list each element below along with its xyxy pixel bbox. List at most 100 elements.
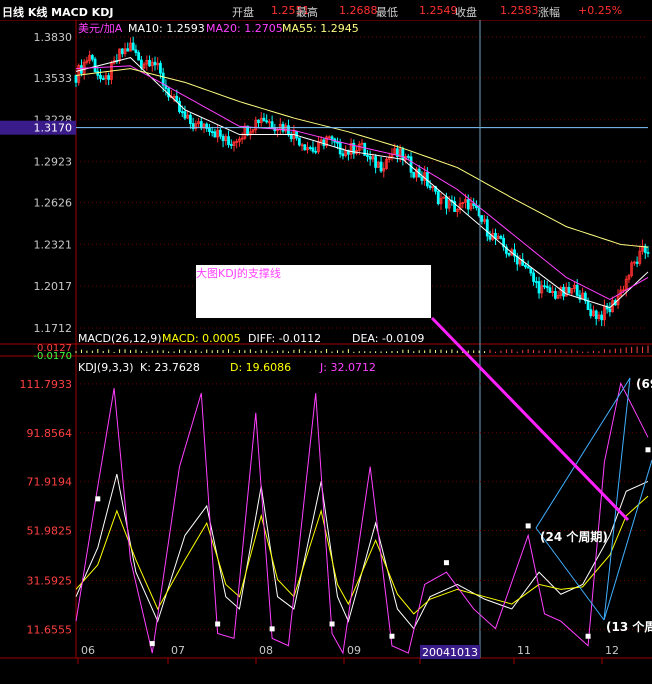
- candle-body: [137, 52, 141, 61]
- candle-body: [308, 147, 312, 149]
- candle-body: [297, 137, 301, 146]
- candle-body: [567, 287, 571, 294]
- kdj-title: KDJ(9,3,3): [78, 361, 134, 374]
- candle-body: [175, 95, 179, 102]
- candle-body: [420, 176, 424, 181]
- macd-value: MACD: 0.0005: [162, 332, 241, 345]
- change-label: 涨幅: [538, 6, 560, 19]
- candle-body: [466, 199, 470, 210]
- support-note-text: 大图KDJ的支撑线: [196, 267, 281, 280]
- kdj-line-k: [75, 473, 649, 630]
- x-tick-label: 09: [347, 644, 361, 657]
- candle-body: [485, 219, 489, 237]
- candle-body: [188, 114, 192, 124]
- candle-body: [227, 136, 230, 145]
- ma-line-ma55: [75, 68, 649, 248]
- kdj-signal-marker: [645, 447, 651, 453]
- kdj-signal-marker: [585, 633, 591, 639]
- ma55-legend: MA55: 1.2945: [282, 22, 359, 35]
- chart-canvas[interactable]: 1.38301.35331.32281.29231.26261.23211.20…: [0, 0, 652, 684]
- cycle-line-right: [603, 459, 652, 621]
- candle-body: [229, 144, 233, 146]
- k-value: K: 23.7628: [140, 361, 200, 374]
- price-tick-label: 1.2626: [34, 196, 73, 209]
- candle-body: [93, 58, 97, 72]
- price-tick-label: 1.1712: [34, 322, 73, 335]
- candle-body: [428, 185, 432, 189]
- candle-body: [635, 261, 639, 264]
- candle-body: [99, 74, 102, 79]
- candle-body: [336, 141, 339, 144]
- candle-body: [589, 309, 593, 317]
- candle-body: [107, 75, 111, 80]
- candle-body: [553, 291, 557, 299]
- candle-body: [90, 55, 94, 60]
- candle-body: [74, 75, 78, 83]
- candle-body: [330, 136, 334, 140]
- candle-body: [126, 48, 130, 52]
- cycle-69-label: (69: [636, 377, 652, 391]
- kdj-signal-marker: [95, 496, 101, 502]
- candle-body: [488, 235, 492, 240]
- x-tick-label: 06: [81, 644, 95, 657]
- candle-body: [401, 148, 405, 161]
- cursor-value-label: 1.3170: [34, 122, 73, 135]
- candle-body: [608, 308, 612, 313]
- candle-body: [341, 153, 345, 157]
- candle-body: [148, 60, 151, 67]
- price-tick-label: 1.2321: [34, 238, 73, 251]
- close-label: 收盘: [455, 6, 477, 19]
- macd-title: MACD(26,12,9): [78, 332, 162, 345]
- candle-body: [600, 314, 604, 321]
- candle-body: [379, 161, 383, 172]
- support-trend-line: [430, 316, 630, 522]
- candle-body: [314, 150, 318, 153]
- kdj-tick-label: 111.7933: [20, 378, 73, 391]
- candle-body: [178, 100, 181, 113]
- candle-body: [159, 62, 162, 74]
- candle-body: [101, 78, 105, 80]
- candle-body: [548, 287, 552, 293]
- candle-body: [412, 171, 416, 178]
- candle-body: [445, 196, 448, 209]
- candle-body: [295, 130, 299, 139]
- candle-body: [480, 215, 484, 222]
- change-value: +0.25%: [578, 4, 623, 17]
- price-tick-label: 1.3533: [34, 72, 73, 85]
- candle-body: [537, 281, 541, 294]
- kdj-line-d: [75, 495, 649, 615]
- candle-body: [131, 42, 135, 51]
- candle-body: [221, 135, 225, 142]
- x-tick-label: 07: [171, 644, 185, 657]
- kdj-signal-marker: [149, 641, 155, 647]
- dea-value: DEA: -0.0109: [352, 332, 424, 345]
- kdj-signal-marker: [269, 626, 275, 632]
- candle-body: [406, 155, 410, 158]
- kdj-line-j: [75, 381, 649, 655]
- candle-body: [526, 266, 530, 269]
- price-tick-label: 1.2017: [34, 280, 73, 293]
- candle-body: [218, 129, 222, 137]
- x-tick-label: 12: [605, 644, 619, 657]
- cycle-13-label: (13 个周: [606, 619, 652, 634]
- candle-body: [534, 281, 538, 283]
- candle-body: [499, 235, 503, 239]
- support-note-box: 大图KDJ的支撑线: [196, 265, 431, 318]
- candle-body: [545, 285, 549, 289]
- kdj-tick-label: 71.9194: [27, 476, 73, 489]
- price-symbol-label: 美元/加A: [78, 22, 123, 35]
- candle-body: [586, 300, 590, 311]
- candle-body: [208, 128, 211, 133]
- candle-body: [322, 139, 326, 147]
- quote-header: 日线 K线 MACD KDJ 开盘 1.2551 最高 1.2688 最低 1.…: [0, 0, 652, 20]
- kdj-tick-label: 91.8564: [27, 427, 73, 440]
- candle-body: [270, 121, 274, 129]
- diff-value: DIFF: -0.0112: [248, 332, 321, 345]
- macd-tick-bottom: -0.0170: [33, 351, 72, 362]
- candle-body: [507, 252, 511, 256]
- candle-body: [436, 190, 440, 205]
- low-value: 1.2549: [419, 4, 458, 17]
- candle-body: [374, 156, 378, 168]
- candle-body: [594, 310, 598, 319]
- high-label: 最高: [296, 6, 318, 19]
